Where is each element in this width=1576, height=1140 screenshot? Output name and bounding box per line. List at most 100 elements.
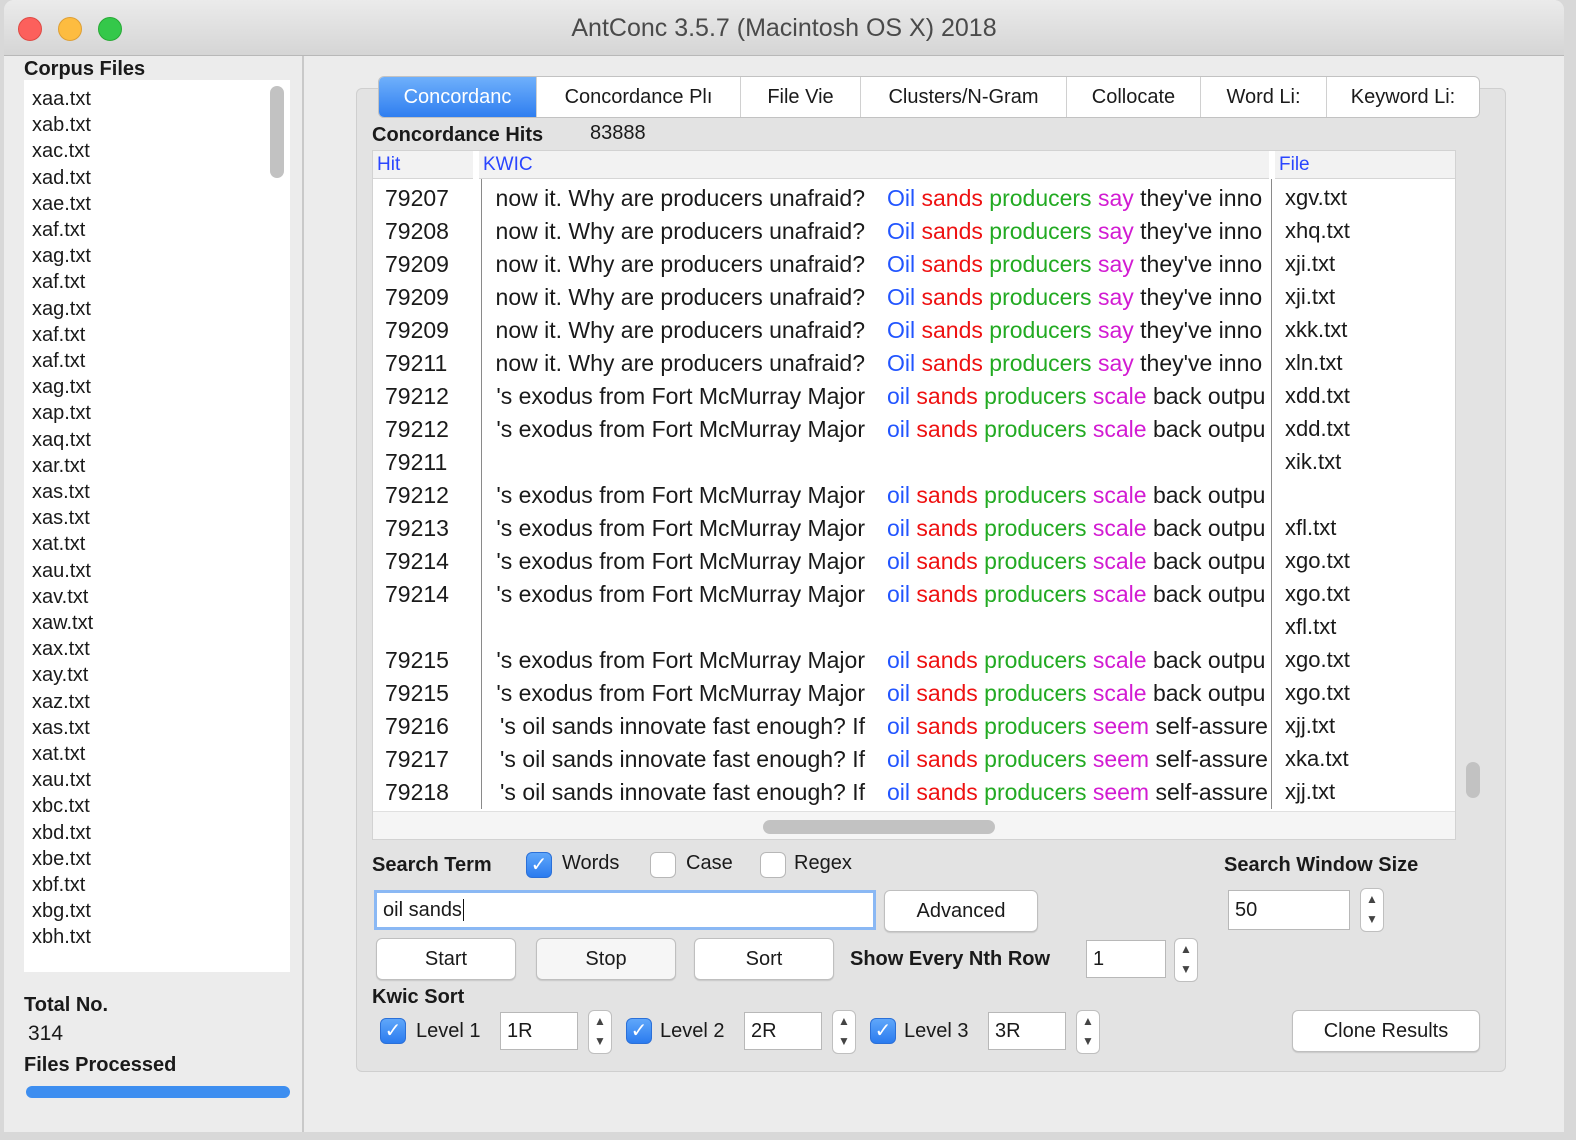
file-name[interactable]: xgo.txt: [1285, 581, 1350, 607]
table-vertical-scrollbar[interactable]: [1466, 762, 1480, 798]
file-name[interactable]: xgo.txt: [1285, 680, 1350, 706]
corpus-file-item[interactable]: xaf.txt: [32, 324, 85, 347]
kwic-line[interactable]: 's exodus from Fort McMurray Major oil sa…: [485, 383, 1271, 413]
concordance-table[interactable]: Hit KWIC File 79207 now it. Why are produ…: [372, 150, 1456, 840]
corpus-file-item[interactable]: xaf.txt: [32, 219, 85, 242]
corpus-file-item[interactable]: xbd.txt: [32, 822, 91, 845]
kwic-line[interactable]: now it. Why are producers unafraid? Oil s…: [485, 317, 1271, 347]
file-name[interactable]: xgo.txt: [1285, 647, 1350, 673]
file-name[interactable]: xji.txt: [1285, 251, 1335, 277]
level-2-input[interactable]: 2R: [744, 1012, 822, 1050]
file-name[interactable]: xgv.txt: [1285, 185, 1347, 211]
corpus-file-item[interactable]: xaq.txt: [32, 429, 91, 452]
corpus-file-item[interactable]: xac.txt: [32, 140, 90, 163]
kwic-line[interactable]: now it. Why are producers unafraid? Oil s…: [485, 218, 1271, 248]
level-2-stepper[interactable]: ▲ ▼: [832, 1010, 856, 1054]
tab-keyword-list[interactable]: Keyword Li:: [1327, 77, 1479, 117]
tab-collocates[interactable]: Collocate: [1067, 77, 1201, 117]
corpus-file-item[interactable]: xbf.txt: [32, 874, 85, 897]
column-header-kwic[interactable]: KWIC: [479, 151, 1269, 179]
corpus-file-item[interactable]: xaf.txt: [32, 350, 85, 373]
kwic-line[interactable]: 's oil sands innovate fast enough? If oil…: [485, 779, 1271, 809]
kwic-line[interactable]: 's oil sands innovate fast enough? If oil…: [485, 746, 1271, 776]
file-name[interactable]: xji.txt: [1285, 284, 1335, 310]
search-window-size-input[interactable]: 50: [1228, 890, 1350, 930]
tab-clusters-ngrams[interactable]: Clusters/N-Gram: [861, 77, 1067, 117]
advanced-button[interactable]: Advanced: [884, 890, 1038, 932]
corpus-file-item[interactable]: xab.txt: [32, 114, 91, 137]
corpus-file-item[interactable]: xaz.txt: [32, 691, 90, 714]
corpus-file-item[interactable]: xay.txt: [32, 664, 88, 687]
file-name[interactable]: xik.txt: [1285, 449, 1341, 475]
kwic-line[interactable]: 's oil sands innovate fast enough? If oil…: [485, 713, 1271, 743]
pane-divider[interactable]: [302, 56, 304, 1132]
corpus-file-item[interactable]: xax.txt: [32, 638, 90, 661]
kwic-line[interactable]: 's exodus from Fort McMurray Major oil sa…: [485, 647, 1271, 677]
corpus-file-list[interactable]: xaa.txt xab.txt xac.txt xad.txt xae.txt xaf.t…: [24, 80, 290, 972]
corpus-file-item[interactable]: xbc.txt: [32, 795, 90, 818]
corpus-file-item[interactable]: xap.txt: [32, 402, 91, 425]
corpus-file-item[interactable]: xav.txt: [32, 586, 88, 609]
file-name[interactable]: xhq.txt: [1285, 218, 1350, 244]
start-button[interactable]: Start: [376, 938, 516, 980]
file-name[interactable]: xdd.txt: [1285, 416, 1350, 442]
level-3-checkbox[interactable]: ✓: [870, 1018, 896, 1044]
clone-results-button[interactable]: Clone Results: [1292, 1010, 1480, 1052]
corpus-file-item[interactable]: xbe.txt: [32, 848, 91, 871]
tab-file-view[interactable]: File Vie: [741, 77, 861, 117]
level-2-checkbox[interactable]: ✓: [626, 1018, 652, 1044]
tab-concordance-plot[interactable]: Concordance Plı: [537, 77, 741, 117]
file-name[interactable]: xka.txt: [1285, 746, 1349, 772]
words-checkbox[interactable]: ✓: [526, 852, 552, 878]
corpus-file-item[interactable]: xae.txt: [32, 193, 91, 216]
file-name[interactable]: xgo.txt: [1285, 548, 1350, 574]
stop-button[interactable]: Stop: [536, 938, 676, 980]
file-name[interactable]: xfl.txt: [1285, 614, 1336, 640]
kwic-line[interactable]: now it. Why are producers unafraid? Oil s…: [485, 350, 1271, 380]
file-name[interactable]: xdd.txt: [1285, 383, 1350, 409]
file-name[interactable]: xfl.txt: [1285, 515, 1336, 541]
kwic-line[interactable]: 's exodus from Fort McMurray Major oil sa…: [485, 482, 1271, 512]
nth-row-input[interactable]: 1: [1086, 940, 1166, 978]
file-name[interactable]: xkk.txt: [1285, 317, 1347, 343]
corpus-file-item[interactable]: xaf.txt: [32, 271, 85, 294]
level-1-stepper[interactable]: ▲ ▼: [588, 1010, 612, 1054]
corpus-file-item[interactable]: xau.txt: [32, 560, 91, 583]
search-term-input[interactable]: oil sands: [374, 890, 876, 930]
kwic-line[interactable]: 's exodus from Fort McMurray Major oil sa…: [485, 515, 1271, 545]
level-3-input[interactable]: 3R: [988, 1012, 1066, 1050]
tab-word-list[interactable]: Word Li:: [1201, 77, 1327, 117]
corpus-file-item[interactable]: xar.txt: [32, 455, 85, 478]
file-name[interactable]: xjj.txt: [1285, 713, 1335, 739]
corpus-file-item[interactable]: xbg.txt: [32, 900, 91, 923]
regex-checkbox[interactable]: [760, 852, 786, 878]
kwic-line[interactable]: 's exodus from Fort McMurray Major oil sa…: [485, 680, 1271, 710]
kwic-line[interactable]: 's exodus from Fort McMurray Major oil sa…: [485, 581, 1271, 611]
corpus-file-item[interactable]: xaa.txt: [32, 88, 91, 111]
corpus-file-item[interactable]: xas.txt: [32, 717, 90, 740]
corpus-file-item[interactable]: xat.txt: [32, 533, 85, 556]
corpus-file-item[interactable]: xad.txt: [32, 167, 91, 190]
corpus-file-item[interactable]: xas.txt: [32, 481, 90, 504]
corpus-file-item[interactable]: xat.txt: [32, 743, 85, 766]
tab-concordance[interactable]: Concordanc: [379, 77, 537, 117]
corpus-file-item[interactable]: xag.txt: [32, 245, 91, 268]
corpus-file-item[interactable]: xau.txt: [32, 769, 91, 792]
horizontal-scrollbar[interactable]: [763, 820, 995, 834]
kwic-line[interactable]: 's exodus from Fort McMurray Major oil sa…: [485, 416, 1271, 446]
nth-row-stepper[interactable]: ▲ ▼: [1174, 938, 1198, 982]
corpus-file-item[interactable]: xaw.txt: [32, 612, 93, 635]
kwic-line[interactable]: now it. Why are producers unafraid? Oil s…: [485, 185, 1271, 215]
sort-button[interactable]: Sort: [694, 938, 834, 980]
corpus-file-item[interactable]: xbh.txt: [32, 926, 91, 949]
case-checkbox[interactable]: [650, 852, 676, 878]
column-header-file[interactable]: File: [1275, 151, 1455, 179]
file-list-scrollbar[interactable]: [270, 86, 284, 178]
file-name[interactable]: xjj.txt: [1285, 779, 1335, 805]
level-3-stepper[interactable]: ▲ ▼: [1076, 1010, 1100, 1054]
kwic-line[interactable]: now it. Why are producers unafraid? Oil s…: [485, 284, 1271, 314]
file-name[interactable]: xln.txt: [1285, 350, 1342, 376]
level-1-checkbox[interactable]: ✓: [380, 1018, 406, 1044]
kwic-line[interactable]: now it. Why are producers unafraid? Oil s…: [485, 251, 1271, 281]
search-window-size-stepper[interactable]: ▲ ▼: [1360, 888, 1384, 932]
